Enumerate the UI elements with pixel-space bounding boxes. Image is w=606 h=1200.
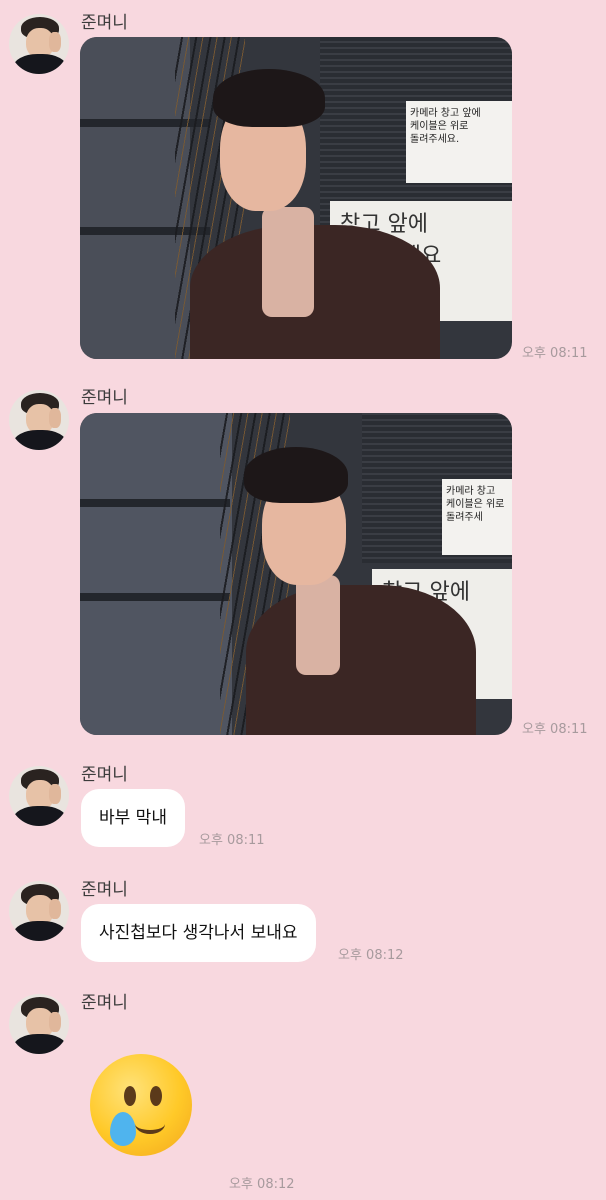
timestamp: 오후 08:12: [338, 948, 404, 963]
face-holding-back-tears-icon[interactable]: [90, 1054, 192, 1156]
avatar[interactable]: [9, 881, 69, 941]
avatar[interactable]: [9, 766, 69, 826]
sign-top: 카메라 창고 케이블은 위로 돌려주세: [442, 479, 512, 555]
photo-message[interactable]: 카메라 창고 케이블은 위로 돌려주세 창고 앞에 두지마: [80, 413, 512, 735]
timestamp: 오후 08:11: [199, 833, 265, 848]
sender-name: 준며니: [81, 880, 128, 900]
avatar[interactable]: [9, 14, 69, 74]
sender-name: 준며니: [81, 388, 128, 408]
sender-name: 준며니: [81, 765, 128, 785]
timestamp: 오후 08:11: [522, 722, 588, 737]
sign-top: 카메라 창고 앞에 케이블은 위로 돌려주세요.: [406, 101, 512, 183]
photo-message[interactable]: 카메라 창고 앞에 케이블은 위로 돌려주세요. 창고 앞에 두지마세요: [80, 37, 512, 359]
message-bubble[interactable]: 사진첩보다 생각나서 보내요: [81, 904, 316, 962]
sender-name: 준며니: [81, 993, 128, 1013]
avatar[interactable]: [9, 390, 69, 450]
avatar[interactable]: [9, 994, 69, 1054]
timestamp: 오후 08:12: [229, 1177, 295, 1192]
message-bubble[interactable]: 바부 막내: [81, 789, 185, 847]
timestamp: 오후 08:11: [522, 346, 588, 361]
sender-name: 준며니: [81, 13, 128, 33]
